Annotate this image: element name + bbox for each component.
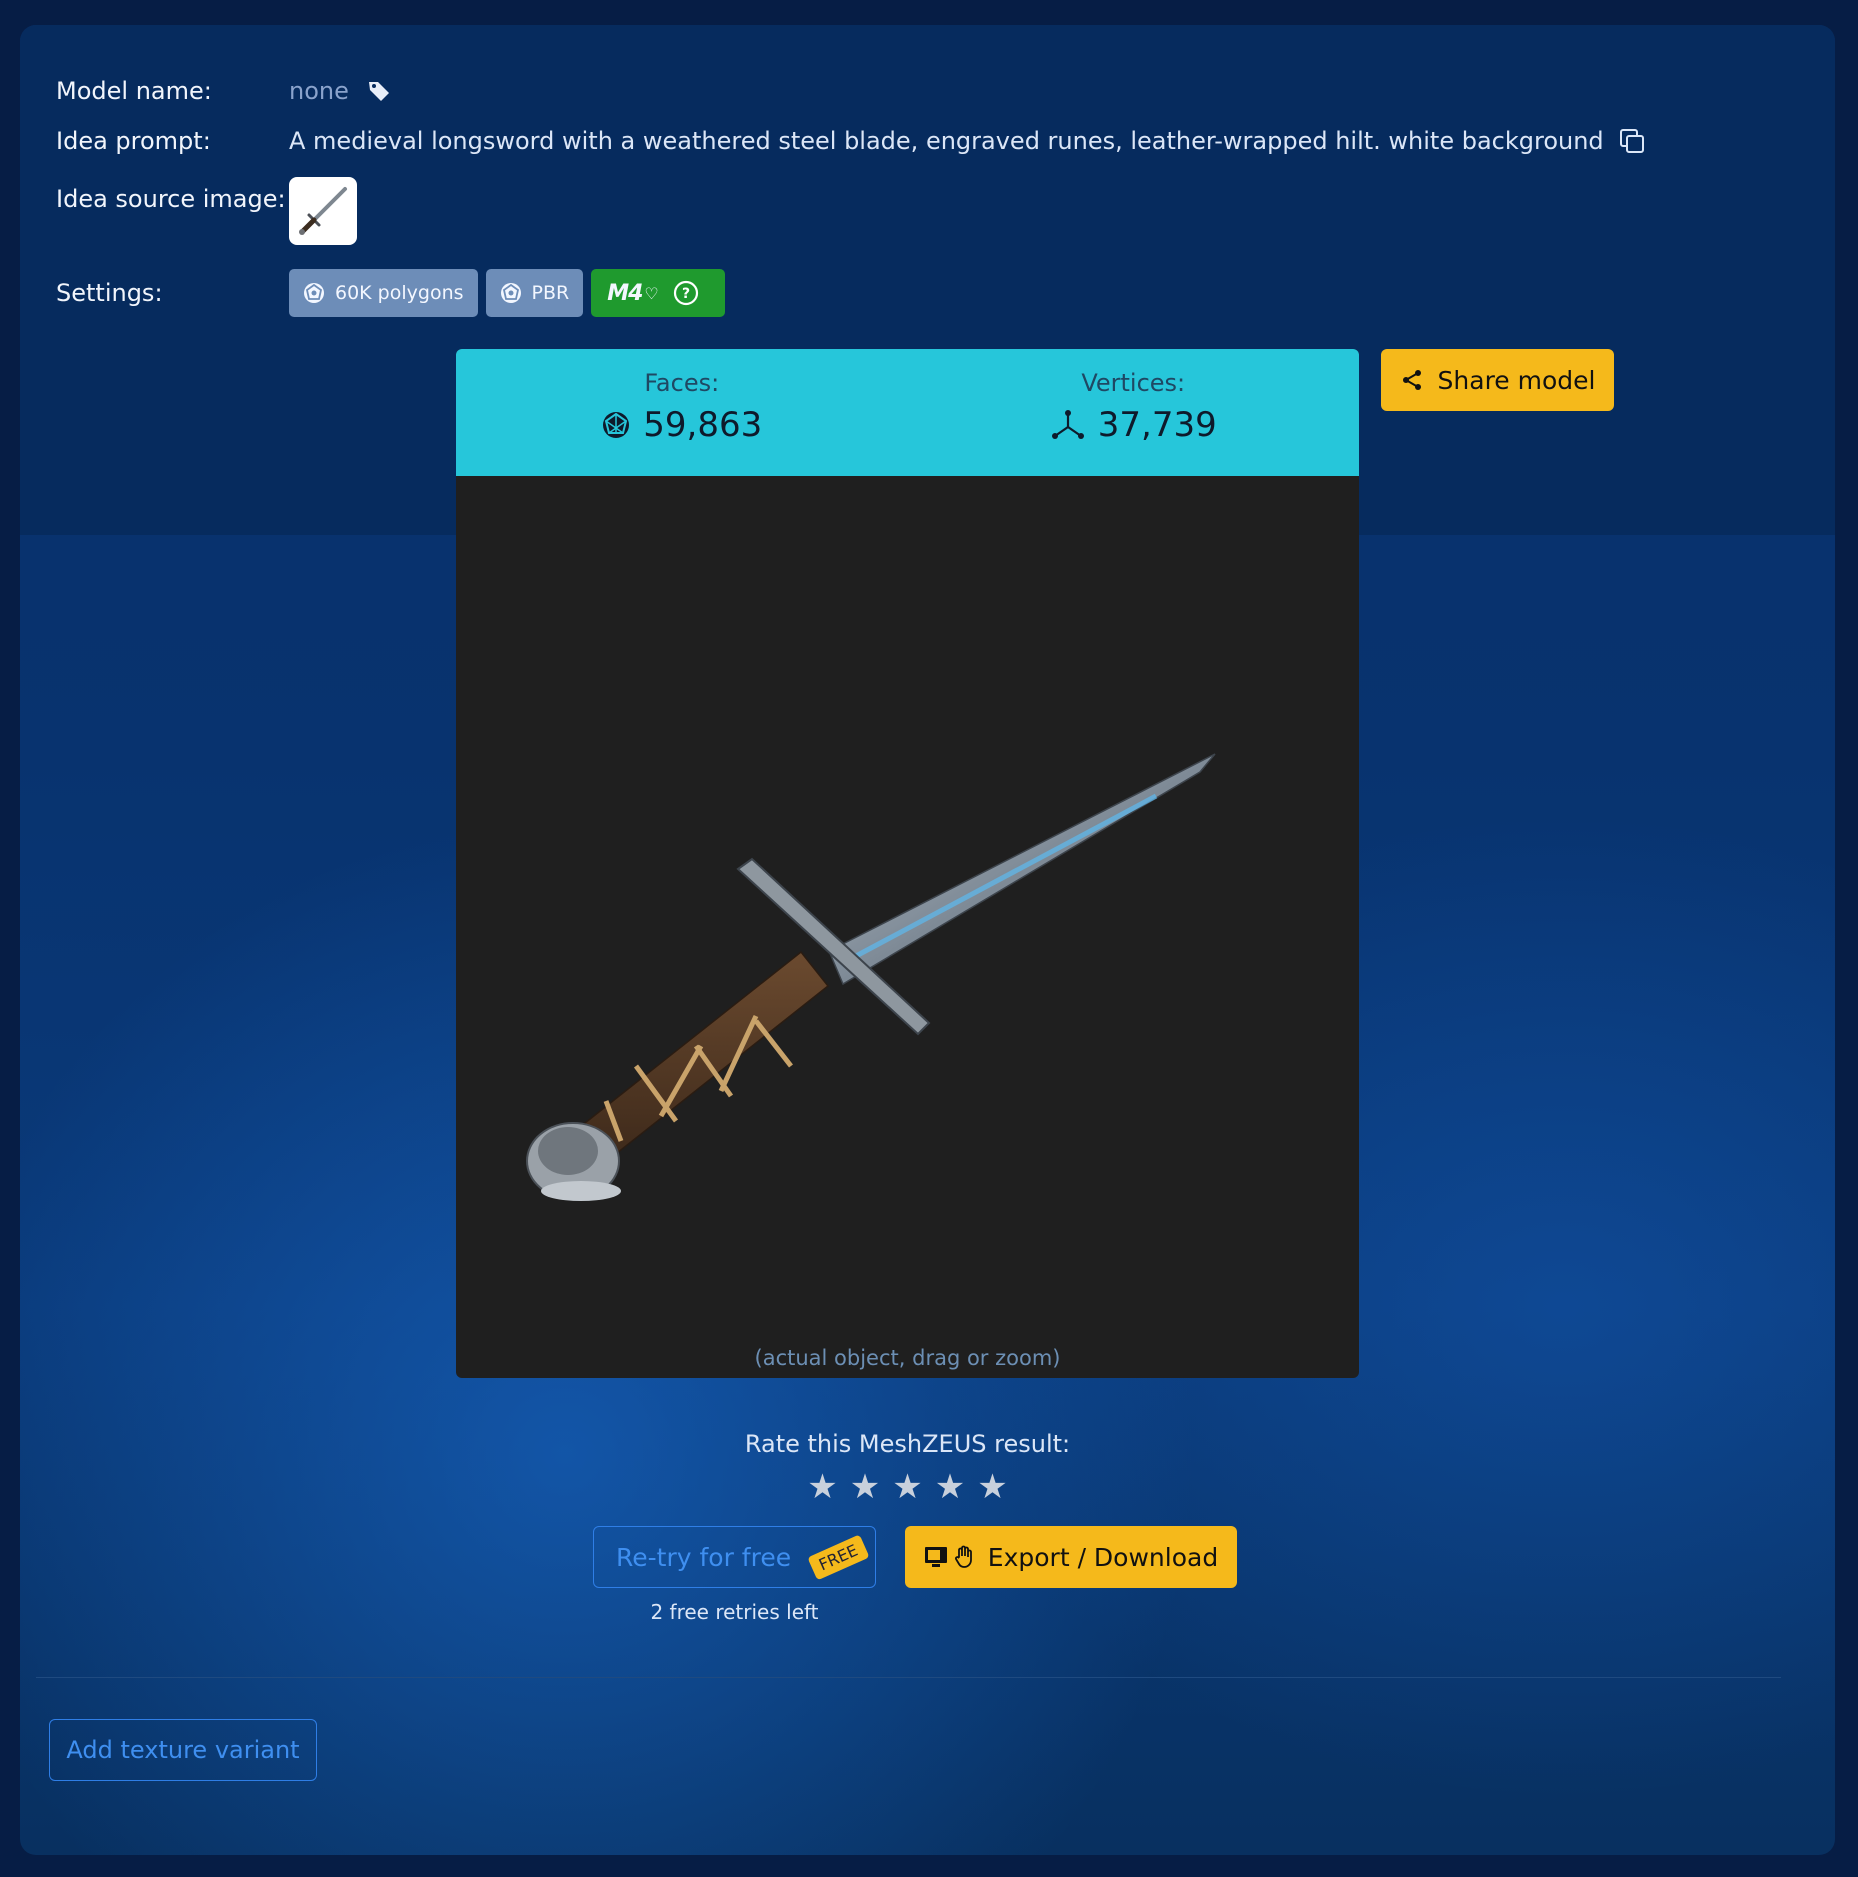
monitor-icon: [924, 1547, 947, 1567]
sword-thumbnail-icon: [299, 187, 347, 235]
pbr-chip-label: PBR: [531, 282, 570, 304]
rating-prompt: Rate this MeshZEUS result:: [744, 1430, 1071, 1458]
faces-label: Faces:: [644, 369, 720, 397]
vertices-icon: [1051, 410, 1084, 439]
vertices-stat: Vertices: 37,739: [908, 349, 1360, 476]
model-render[interactable]: [456, 476, 1359, 1378]
faces-value: 59,863: [643, 405, 763, 445]
share-model-button[interactable]: Share model: [1381, 349, 1614, 411]
star-1-icon[interactable]: ★: [807, 1470, 837, 1504]
export-download-button[interactable]: Export / Download: [905, 1526, 1237, 1588]
add-texture-variant-button[interactable]: Add texture variant: [49, 1719, 317, 1781]
share-icon: [1402, 370, 1421, 390]
polygons-chip-label: 60K polygons: [335, 282, 464, 304]
source-image-row: Idea source image:: [56, 177, 357, 245]
vertices-value: 37,739: [1097, 405, 1217, 445]
retry-label: Re-try for free: [616, 1542, 792, 1572]
svg-text:?: ?: [682, 286, 690, 302]
polygon-icon: [304, 283, 324, 303]
hand-icon: [954, 1545, 972, 1568]
idea-prompt-text: A medieval longsword with a weathered st…: [289, 127, 1604, 155]
retries-left-text: 2 free retries left: [650, 1600, 819, 1624]
model-name-value: none: [289, 77, 349, 105]
retry-button[interactable]: Re-try for free FREE: [593, 1526, 876, 1588]
mesh-stats-bar: Faces: 59,863 Vertices: 37,739: [456, 349, 1359, 476]
faces-stat: Faces: 59,863: [456, 349, 908, 476]
model-viewer[interactable]: Faces: 59,863 Vertices: 37,739 (actual o…: [456, 349, 1359, 1378]
star-2-icon[interactable]: ★: [850, 1470, 880, 1504]
star-5-icon[interactable]: ★: [977, 1470, 1007, 1504]
settings-row: Settings: 60K polygons PBR M4 ♡ ?: [56, 269, 733, 317]
polygons-chip[interactable]: 60K polygons: [289, 269, 478, 317]
model-name-label: Model name:: [56, 77, 212, 105]
model-name-row: Model name: none: [56, 77, 391, 105]
source-image-label: Idea source image:: [56, 185, 286, 213]
star-4-icon[interactable]: ★: [935, 1470, 965, 1504]
model-version-label: M4: [607, 280, 643, 306]
idea-prompt-row: Idea prompt: A medieval longsword with a…: [56, 127, 1646, 155]
faces-icon: [603, 412, 630, 438]
free-badge: FREE: [807, 1534, 870, 1581]
pbr-chip[interactable]: PBR: [485, 269, 584, 317]
rating-stars: ★ ★ ★ ★ ★: [456, 1470, 1359, 1504]
copy-icon[interactable]: [1618, 127, 1646, 155]
viewer-caption: (actual object, drag or zoom): [754, 1346, 1061, 1370]
vertices-label: Vertices:: [1081, 369, 1186, 397]
share-model-label: Share model: [1437, 365, 1596, 395]
settings-label: Settings:: [56, 279, 163, 307]
heart-icon: ♡: [644, 283, 659, 303]
source-image-thumbnail[interactable]: [289, 177, 357, 245]
section-divider: [36, 1677, 1781, 1678]
sword-model-icon: [526, 753, 1216, 1201]
model-version-chip[interactable]: M4 ♡ ?: [591, 269, 725, 317]
add-texture-variant-label: Add texture variant: [66, 1736, 300, 1764]
tag-icon[interactable]: [367, 79, 391, 103]
star-3-icon[interactable]: ★: [892, 1470, 922, 1504]
idea-prompt-label: Idea prompt:: [56, 127, 211, 155]
help-icon[interactable]: ?: [673, 280, 699, 306]
export-download-label: Export / Download: [987, 1542, 1219, 1572]
pbr-icon: [500, 283, 521, 303]
